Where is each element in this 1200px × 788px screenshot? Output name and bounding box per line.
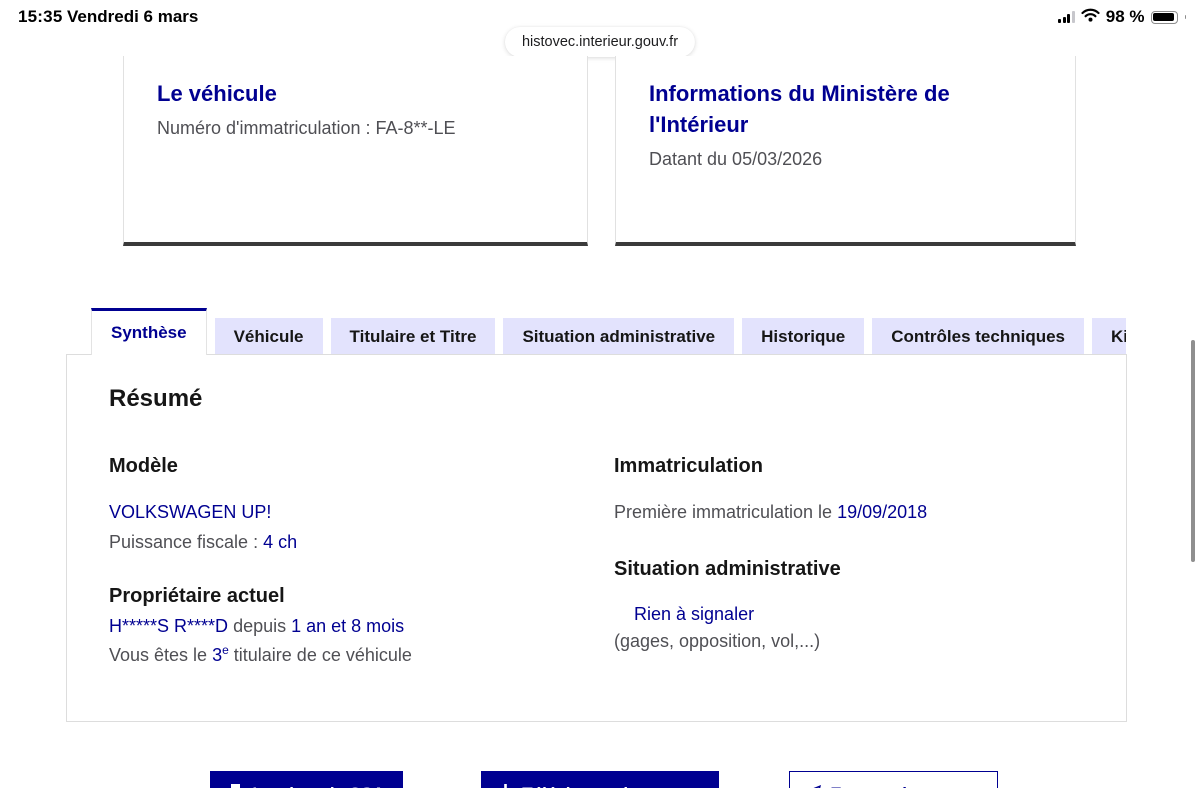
wifi-icon <box>1081 8 1100 27</box>
resume-heading: Résumé <box>109 385 203 412</box>
tab-bar: Synthèse Véhicule Titulaire et Titre Sit… <box>66 308 1126 355</box>
registration-heading: Immatriculation <box>614 455 763 477</box>
send-report-label: Envoyer le rapport <box>830 784 980 788</box>
first-registration-line: Première immatriculation le 19/09/2018 <box>614 502 927 523</box>
ministry-card-date: Datant du 05/03/2026 <box>649 149 823 169</box>
model-name: VOLKSWAGEN UP! <box>109 502 272 522</box>
status-indicators: 98 % <box>1058 7 1186 27</box>
situation-status-line: Rien à signaler <box>634 604 754 625</box>
scrollbar-thumb[interactable] <box>1191 340 1195 562</box>
tab-vehicule[interactable]: Véhicule <box>214 318 323 355</box>
holder-rank: 3 <box>212 645 223 665</box>
owner-heading: Propriétaire actuel <box>109 585 285 607</box>
print-csa-label: Imprimer le CSA <box>252 784 384 788</box>
vehicle-card-title: Le véhicule <box>157 81 277 106</box>
download-report-button[interactable]: Télécharger le rapport <box>481 771 719 788</box>
owner-line: H*****S R****D depuis 1 an et 8 mois <box>109 616 404 637</box>
owner-since-label: depuis <box>228 616 292 636</box>
ministry-card: Informations du Ministère de l'Intérieur… <box>615 56 1076 246</box>
ministry-card-title: Informations du Ministère de l'Intérieur <box>649 81 950 137</box>
holder-prefix: Vous êtes le <box>109 645 213 665</box>
owner-name: H*****S R****D <box>109 616 229 636</box>
tab-situation-administrative[interactable]: Situation administrative <box>503 318 735 355</box>
download-report-label: Télécharger le rapport <box>522 784 702 788</box>
histovec-report-page: 15:35 Vendredi 6 mars 98 % histovec.inte… <box>0 0 1200 788</box>
owner-duration: 1 an et 8 mois <box>291 616 405 636</box>
printer-icon <box>228 784 243 788</box>
battery-percent: 98 % <box>1105 7 1145 26</box>
send-report-button[interactable]: Envoyer le rapport <box>789 771 998 788</box>
synthese-panel: Résumé Modèle VOLKSWAGEN UP! Puissance f… <box>66 354 1127 722</box>
fiscal-power-label: Puissance fiscale : <box>109 532 264 552</box>
battery-icon <box>1150 10 1178 24</box>
holder-rank-line: Vous êtes le 3e titulaire de ce véhicule <box>109 643 412 666</box>
holder-suffix: titulaire de ce véhicule <box>228 645 412 665</box>
first-registration-label: Première immatriculation le <box>614 502 838 522</box>
send-icon <box>806 784 822 788</box>
browser-url-pill[interactable]: histovec.interieur.gouv.fr <box>504 27 696 57</box>
model-heading: Modèle <box>109 455 178 477</box>
vehicle-card: Le véhicule Numéro d'immatriculation : F… <box>123 56 588 246</box>
situation-status: Rien à signaler <box>634 604 755 624</box>
status-time: 15:35 <box>18 7 63 26</box>
print-csa-button[interactable]: Imprimer le CSA <box>210 771 403 788</box>
status-date: Vendredi 6 mars <box>67 7 199 26</box>
download-icon <box>498 784 513 788</box>
tab-titulaire-et-titre[interactable]: Titulaire et Titre <box>330 318 496 355</box>
tab-controles-techniques[interactable]: Contrôles techniques <box>872 318 1085 355</box>
fiscal-power-value: 4 ch <box>263 532 298 552</box>
situation-note: (gages, opposition, vol,...) <box>614 631 821 651</box>
tab-synthese[interactable]: Synthèse <box>91 308 207 355</box>
fiscal-power-line: Puissance fiscale : 4 ch <box>109 532 297 553</box>
tab-kilometrage[interactable]: Kilométrage <box>1092 318 1126 355</box>
situation-heading: Situation administrative <box>614 558 841 580</box>
holder-rank-ordinal: e <box>222 643 229 657</box>
vehicle-card-plate: Numéro d'immatriculation : FA-8**-LE <box>157 118 456 138</box>
model-name-line: VOLKSWAGEN UP! <box>109 502 271 523</box>
battery-nub <box>1184 14 1186 20</box>
tab-historique[interactable]: Historique <box>742 318 865 355</box>
first-registration-date: 19/09/2018 <box>837 502 928 522</box>
cellular-signal-icon <box>1058 11 1075 23</box>
